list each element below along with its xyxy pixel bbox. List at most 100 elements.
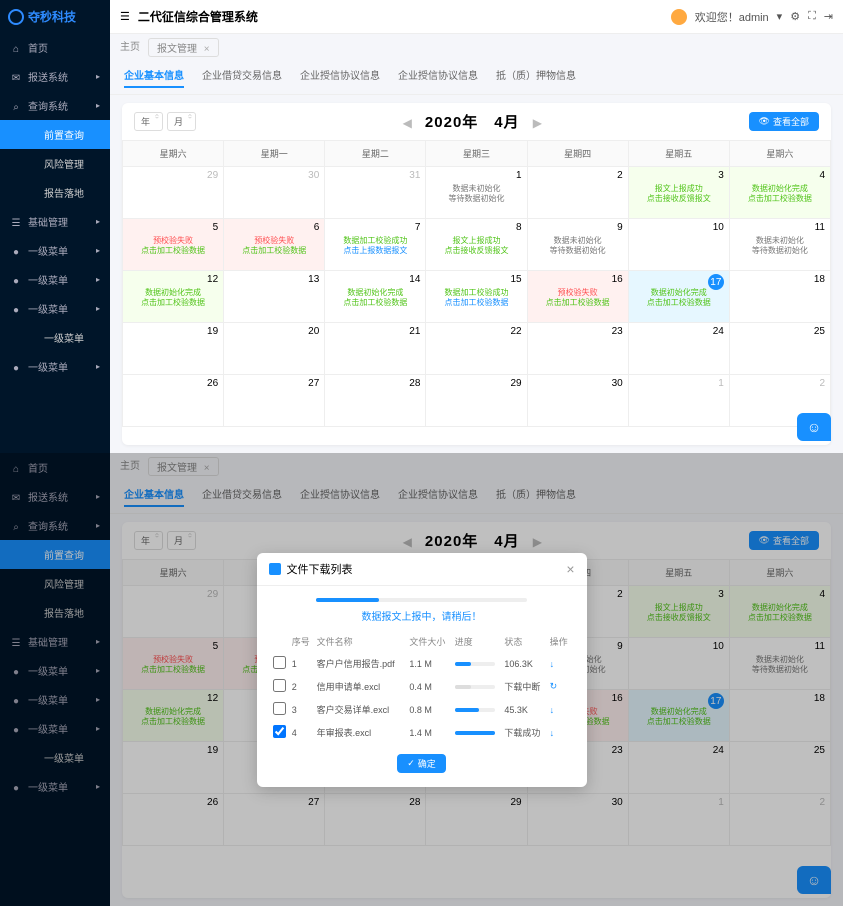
row-checkbox[interactable] <box>273 702 286 715</box>
file-list-icon <box>269 563 281 575</box>
nav-icon: ⌂ <box>10 44 22 55</box>
tab[interactable]: 抵（质）押物信息 <box>496 67 576 88</box>
row-checkbox[interactable] <box>273 725 286 738</box>
download-action-icon[interactable]: ↓ <box>550 728 555 738</box>
sidebar-item[interactable]: ⌂首页 <box>0 33 110 62</box>
nav-icon: ● <box>10 276 22 287</box>
calendar-cell[interactable]: 31 <box>325 167 426 219</box>
calendar-cell[interactable]: 21 <box>325 323 426 375</box>
system-title: 二代征信综合管理系统 <box>138 8 258 25</box>
row-checkbox[interactable] <box>273 679 286 692</box>
tabs: 企业基本信息企业借贷交易信息企业授信协议信息企业授信协议信息抵（质）押物信息 <box>110 61 843 95</box>
calendar-cell[interactable]: 30 <box>527 375 628 427</box>
user-dropdown-icon[interactable]: ▾ <box>777 10 783 23</box>
day-number: 16 <box>612 274 623 285</box>
chevron-right-icon: ▸ <box>96 275 100 284</box>
settings-icon[interactable]: ⚙ <box>790 10 800 23</box>
calendar-cell[interactable]: 15数据加工校验成功点击加工校验数据 <box>426 271 527 323</box>
calendar-cell[interactable]: 10 <box>628 219 729 271</box>
modal-overlay[interactable]: 文件下载列表 × 数据报文上报中，请稍后！ 序号文件名称文件大小进度状态操作1客… <box>0 453 843 906</box>
prev-month-icon[interactable]: ◀ <box>393 116 422 130</box>
calendar-table: 星期六星期一星期二星期三星期四星期五星期六2930311数据未初始化等待数据初始… <box>122 140 831 427</box>
sidebar-item[interactable]: ●一级菜单▸ <box>0 352 110 381</box>
calendar-cell[interactable]: 24 <box>628 323 729 375</box>
sidebar-subitem[interactable]: 一级菜单 <box>0 323 110 352</box>
calendar-cell[interactable]: 23 <box>527 323 628 375</box>
modal-message: 数据报文上报中，请稍后！ <box>271 608 573 623</box>
calendar-cell[interactable]: 9数据未初始化等待数据初始化 <box>527 219 628 271</box>
calendar-cell[interactable]: 16预校验失败点击加工校验数据 <box>527 271 628 323</box>
day-number: 18 <box>814 274 825 285</box>
day-number: 23 <box>612 326 623 337</box>
calendar-cell[interactable]: 29 <box>426 375 527 427</box>
download-action-icon[interactable]: ↻ <box>550 681 558 691</box>
welcome-text: 欢迎您！admin <box>695 9 769 25</box>
tab[interactable]: 企业授信协议信息 <box>398 67 478 88</box>
calendar-cell[interactable]: 17数据初始化完成点击加工校验数据 <box>628 271 729 323</box>
day-number: 24 <box>713 326 724 337</box>
month-select[interactable]: 月 <box>167 112 196 131</box>
calendar-cell[interactable]: 7数据加工校验成功点击上报数据报文 <box>325 219 426 271</box>
sidebar-item[interactable]: ✉报送系统▸ <box>0 62 110 91</box>
calendar-cell[interactable]: 6预校验失败点击加工校验数据 <box>224 219 325 271</box>
day-number: 1 <box>516 170 522 181</box>
download-action-icon[interactable]: ↓ <box>550 705 555 715</box>
tab[interactable]: 企业基本信息 <box>124 67 184 88</box>
sidebar-subitem[interactable]: 前置查询 <box>0 120 110 149</box>
sidebar-item[interactable]: ●一级菜单▸ <box>0 265 110 294</box>
fullscreen-icon[interactable]: ⛶ <box>808 10 816 23</box>
close-icon[interactable]: × <box>566 561 574 577</box>
day-number: 1 <box>718 378 724 389</box>
calendar-cell[interactable]: 1 <box>628 375 729 427</box>
calendar-cell[interactable]: 25 <box>729 323 830 375</box>
chevron-right-icon: ▸ <box>96 246 100 255</box>
crumb-home[interactable]: 主页 <box>120 38 140 57</box>
day-number: 13 <box>308 274 319 285</box>
calendar-cell[interactable]: 12数据初始化完成点击加工校验数据 <box>123 271 224 323</box>
calendar-cell[interactable]: 11数据未初始化等待数据初始化 <box>729 219 830 271</box>
sidebar-item[interactable]: ●一级菜单▸ <box>0 236 110 265</box>
next-month-icon[interactable]: ▶ <box>523 116 552 130</box>
download-action-icon[interactable]: ↓ <box>550 659 555 669</box>
calendar-cell[interactable]: 8报文上报成功点击接收反馈报文 <box>426 219 527 271</box>
tab[interactable]: 企业借贷交易信息 <box>202 67 282 88</box>
weekday-header: 星期六 <box>729 141 830 167</box>
nav-icon: ⌕ <box>10 102 22 113</box>
sidebar-item[interactable]: ☰基础管理▸ <box>0 207 110 236</box>
calendar-cell[interactable]: 28 <box>325 375 426 427</box>
calendar-cell[interactable]: 19 <box>123 323 224 375</box>
crumb-tab[interactable]: 报文管理 × <box>148 38 219 57</box>
calendar-cell[interactable]: 26 <box>123 375 224 427</box>
logout-icon[interactable]: ⇥ <box>824 10 833 23</box>
chevron-right-icon: ▸ <box>96 304 100 313</box>
calendar-cell[interactable]: 4数据初始化完成点击加工校验数据 <box>729 167 830 219</box>
sidebar-item[interactable]: ⌕查询系统▸ <box>0 91 110 120</box>
menu-toggle-icon[interactable]: ☰ <box>120 10 130 23</box>
calendar-cell[interactable]: 29 <box>123 167 224 219</box>
day-number: 3 <box>718 170 724 181</box>
sidebar-item[interactable]: ●一级菜单▸ <box>0 294 110 323</box>
calendar-cell[interactable]: 13 <box>224 271 325 323</box>
tab[interactable]: 企业授信协议信息 <box>300 67 380 88</box>
avatar[interactable] <box>671 9 687 25</box>
calendar-cell[interactable]: 30 <box>224 167 325 219</box>
calendar-cell[interactable]: 20 <box>224 323 325 375</box>
progress-bar <box>455 685 495 689</box>
calendar-cell[interactable]: 1数据未初始化等待数据初始化 <box>426 167 527 219</box>
calendar-cell[interactable]: 14数据初始化完成点击加工校验数据 <box>325 271 426 323</box>
year-select[interactable]: 年 <box>134 112 163 131</box>
calendar-cell[interactable]: 18 <box>729 271 830 323</box>
row-checkbox[interactable] <box>273 656 286 669</box>
close-icon[interactable]: × <box>204 44 210 55</box>
calendar-cell[interactable]: 3报文上报成功点击接收反馈报文 <box>628 167 729 219</box>
sidebar-subitem[interactable]: 风险管理 <box>0 149 110 178</box>
calendar-cell[interactable]: 5预校验失败点击加工校验数据 <box>123 219 224 271</box>
calendar-cell[interactable]: 27 <box>224 375 325 427</box>
calendar-cell[interactable]: 2 <box>527 167 628 219</box>
view-all-button[interactable]: 👁 查看全部 <box>749 112 819 131</box>
confirm-button[interactable]: ✓ 确定 <box>397 754 446 773</box>
chatbot-icon[interactable] <box>797 413 831 441</box>
sidebar-subitem[interactable]: 报告落地 <box>0 178 110 207</box>
day-number: 2 <box>617 170 623 181</box>
calendar-cell[interactable]: 22 <box>426 323 527 375</box>
